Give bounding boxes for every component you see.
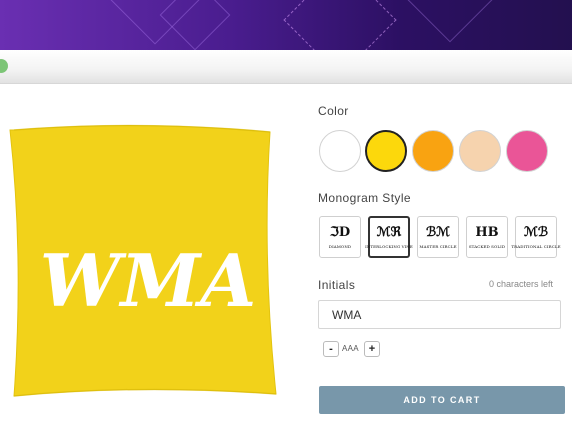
color-swatch-yellow[interactable]: [365, 130, 407, 172]
monogram-style-preview: ℬℳ: [425, 224, 451, 240]
monogram-style-preview: ℑD: [329, 224, 351, 240]
monogram-style-preview: ℳℬ: [523, 224, 549, 240]
decrease-size-button[interactable]: -: [323, 341, 339, 357]
monogram-style-option[interactable]: HB STACKED SOLID: [466, 216, 508, 258]
monogram-style-preview: HB: [475, 224, 499, 240]
monogram-style-option[interactable]: ℑD DIAMOND: [319, 216, 361, 258]
color-swatch-pink[interactable]: [506, 130, 548, 172]
toolbar-strip: [0, 50, 572, 84]
monogram-style-caption: DIAMOND: [328, 243, 352, 249]
product-image: WMA: [0, 118, 290, 408]
add-to-cart-button[interactable]: ADD TO CART: [319, 386, 565, 414]
color-swatch-peach[interactable]: [459, 130, 501, 172]
header-banner: [0, 0, 572, 50]
monogram-style-preview: ℳℜ: [376, 224, 402, 240]
initials-input[interactable]: [318, 300, 561, 329]
monogram-style-option[interactable]: ℬℳ MASTER CIRCLE: [417, 216, 459, 258]
status-dot: [0, 59, 8, 73]
monogram-style-caption: STACKED SOLID: [468, 243, 506, 249]
pillow-icon: WMA: [9, 124, 277, 397]
monogram-style-caption: TRADITIONAL CIRCLE: [511, 243, 561, 249]
monogram-style-caption: INTERLOCKING VINE: [365, 243, 413, 249]
color-swatch-orange[interactable]: [412, 130, 454, 172]
color-label: Color: [318, 104, 349, 118]
increase-size-button[interactable]: +: [364, 341, 380, 357]
pillow-monogram: WMA: [40, 238, 256, 323]
initials-label: Initials: [318, 278, 356, 292]
monogram-style-option[interactable]: ℳℜ INTERLOCKING VINE: [365, 216, 413, 258]
monogram-style-option[interactable]: ℳℬ TRADITIONAL CIRCLE: [511, 216, 561, 258]
characters-left-counter: 0 characters left: [489, 279, 554, 289]
font-size-indicator: AAA: [342, 344, 359, 353]
monogram-style-caption: MASTER CIRCLE: [419, 243, 457, 249]
monogram-style-label: Monogram Style: [318, 191, 411, 205]
color-swatch-white[interactable]: [319, 130, 361, 172]
